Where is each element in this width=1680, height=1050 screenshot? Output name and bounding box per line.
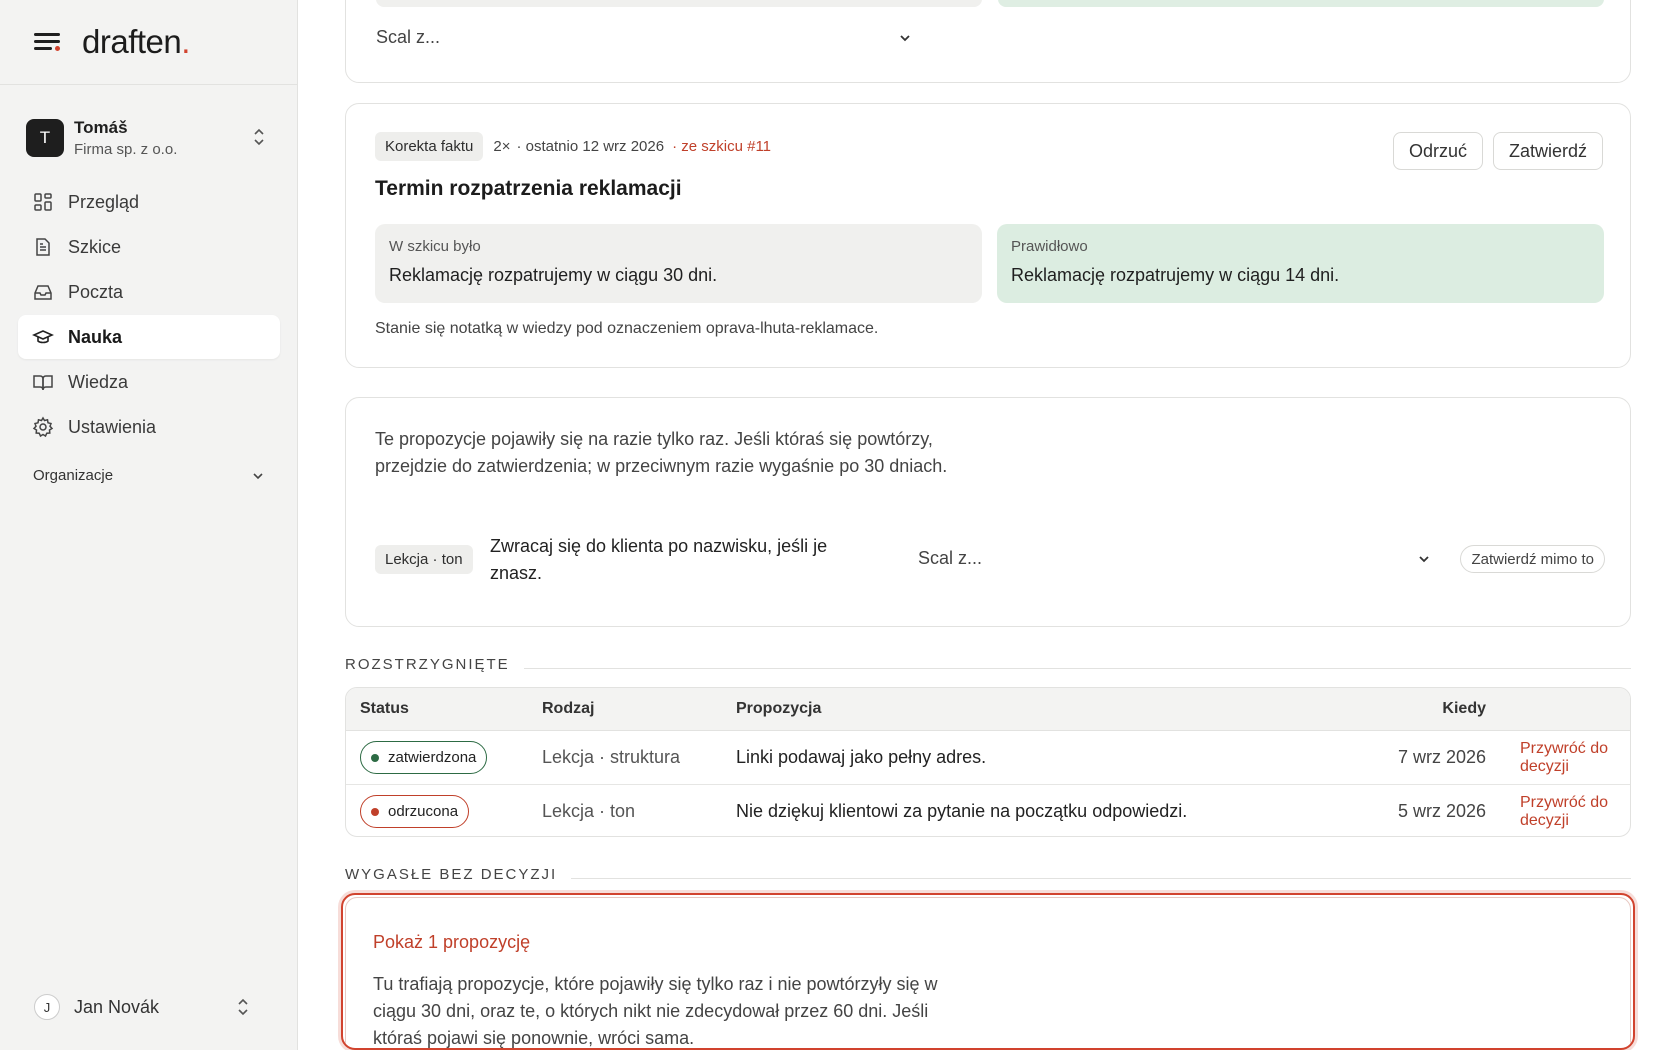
merge-select-value: Scal z... <box>376 27 441 47</box>
chevron-down-icon <box>900 34 910 41</box>
merge-select[interactable]: Scal z... <box>376 27 912 48</box>
column-header-kind: Rodzaj <box>542 700 595 717</box>
fact-meta: Korekta faktu 2× · ostatnio 12 wrz 2026 … <box>375 132 771 161</box>
proposal-text: Zwracaj się do klienta po nazwisku, jeśl… <box>490 536 828 583</box>
expired-card: Pokaż 1 propozycję Tu trafiają propozycj… <box>341 893 1635 1050</box>
show-proposals-link[interactable]: Pokaż 1 propozycję <box>373 932 530 953</box>
section-title: WYGASŁE BEZ DECYZJI <box>345 866 558 883</box>
brand-header: draften. <box>0 0 297 85</box>
gear-icon <box>32 416 54 438</box>
correct-text: Reklamację rozpatrujemy w ciągu 14 dni. <box>1011 265 1340 285</box>
kind-cell: Lekcja · ton <box>542 801 636 821</box>
last-seen: · ostatnio 12 wrz 2026 <box>516 138 665 155</box>
resolved-table: Status Rodzaj Propozycja Kiedy zatwierdz… <box>345 687 1631 837</box>
grid-icon <box>34 193 52 211</box>
correct-box: Prawidłowo Reklamację rozpatrujemy w cią… <box>997 224 1604 303</box>
restore-link[interactable]: Przywróć do decyzji <box>1520 731 1630 784</box>
chevron-up-down-icon <box>238 998 248 1016</box>
resolved-heading: ROZSTRZYGNIĘTE <box>345 656 1631 673</box>
correct-box-edge <box>998 0 1604 7</box>
reject-button[interactable]: Odrzuć <box>1392 132 1483 170</box>
was-text: Reklamację rozpatrujemy w ciągu 30 dni. <box>389 265 718 285</box>
column-header-when: Kiedy <box>1442 700 1486 717</box>
table-row: zatwierdzona Lekcja · struktura Linki po… <box>346 731 1630 785</box>
chevron-up-down-icon <box>254 128 264 146</box>
section-title: ROZSTRZYGNIĘTE <box>345 656 510 673</box>
nav-label: Poczta <box>68 281 124 302</box>
approve-anyway-button[interactable]: Zatwierdź mimo to <box>1460 545 1605 573</box>
account-org: Firma sp. z o.o. <box>74 141 178 158</box>
kind-cell: Lekcja · struktura <box>542 747 681 767</box>
document-icon <box>36 238 50 256</box>
inbox-icon <box>34 285 52 300</box>
account-avatar: T <box>26 119 64 157</box>
was-label: W szkicu było <box>389 238 481 255</box>
knowledge-note: Stanie się notatką w wiedzy pod oznaczen… <box>375 320 879 337</box>
nav-item-knowledge[interactable]: Wiedza <box>18 360 280 404</box>
nav-label: Wiedza <box>68 371 129 392</box>
source-draft-link[interactable]: · ze szkicu #11 <box>672 138 771 155</box>
nav-item-drafts[interactable]: Szkice <box>18 225 280 269</box>
proposal-title: Termin rozpatrzenia reklamacji <box>375 177 682 200</box>
status-badge: odrzucona <box>360 795 470 828</box>
nav-label: Nauka <box>68 326 123 347</box>
was-box-edge <box>376 0 982 7</box>
nav-item-settings[interactable]: Ustawienia <box>18 405 280 449</box>
organizations-label: Organizacje <box>33 467 114 484</box>
nav-label: Ustawienia <box>68 416 157 437</box>
nav-label: Przegląd <box>68 191 140 212</box>
kind-tag: Lekcja · ton <box>375 545 473 574</box>
main-nav: Przegląd Szkice Poczta Nauka Wiedza Usta… <box>18 180 280 450</box>
proposal-card-previous: Scal z... <box>345 0 1631 83</box>
list-item: Lekcja · ton Zwracaj się do klienta po n… <box>375 533 1605 587</box>
single-occurrence-card: Te propozycje pojawiły się na razie tylk… <box>345 397 1631 627</box>
nav-item-learning[interactable]: Nauka <box>18 315 280 359</box>
approve-button[interactable]: Zatwierdź <box>1492 132 1603 170</box>
chevron-down-icon <box>253 472 263 479</box>
organizations-toggle[interactable]: Organizacje <box>33 467 265 484</box>
main-content: Scal z... Korekta faktu 2× · ostatnio 12… <box>298 0 1680 1050</box>
expired-heading: WYGASŁE BEZ DECYZJI <box>345 866 1631 883</box>
column-header-proposal: Propozycja <box>736 700 822 717</box>
single-occurrence-intro: Te propozycje pojawiły się na razie tylk… <box>375 429 948 476</box>
table-header: Status Rodzaj Propozycja Kiedy <box>346 688 1630 731</box>
nav-item-mail[interactable]: Poczta <box>18 270 280 314</box>
book-icon <box>33 375 53 391</box>
graduation-cap-icon <box>32 330 54 344</box>
sidebar: draften. T Tomáš Firma sp. z o.o. Przegl… <box>0 0 298 1050</box>
proposal-cell: Linki podawaj jako pełny adres. <box>736 747 987 767</box>
date-cell: 5 wrz 2026 <box>1397 801 1486 821</box>
fact-correction-card: Korekta faktu 2× · ostatnio 12 wrz 2026 … <box>345 103 1631 368</box>
merge-select-value: Scal z... <box>918 548 983 568</box>
status-badge: zatwierdzona <box>360 741 488 774</box>
table-row: odrzucona Lekcja · ton Nie dziękuj klien… <box>346 785 1630 836</box>
chevron-down-icon <box>1419 555 1429 562</box>
nav-label: Szkice <box>68 236 122 257</box>
was-box: W szkicu było Reklamację rozpatrujemy w … <box>375 224 982 303</box>
merge-select[interactable]: Scal z... <box>918 548 1431 569</box>
account-switcher[interactable]: T Tomáš Firma sp. z o.o. <box>26 113 276 163</box>
occurrence-count: 2× <box>493 138 511 155</box>
nav-item-overview[interactable]: Przegląd <box>18 180 280 224</box>
column-header-status: Status <box>360 700 409 717</box>
logo[interactable]: draften. <box>82 23 190 61</box>
expired-description: Tu trafiają propozycje, które pojawiły s… <box>373 974 938 1048</box>
restore-link[interactable]: Przywróć do decyzji <box>1520 785 1630 836</box>
kind-tag: Korekta faktu <box>375 132 484 161</box>
account-name: Tomáš <box>74 118 128 137</box>
menu-icon[interactable] <box>34 31 60 53</box>
user-avatar: J <box>34 994 60 1020</box>
user-menu[interactable]: J Jan Novák <box>34 992 274 1022</box>
proposal-cell: Nie dziękuj klientowi za pytanie na pocz… <box>736 801 1188 821</box>
correct-label: Prawidłowo <box>1011 238 1088 255</box>
user-name: Jan Novák <box>74 996 160 1017</box>
date-cell: 7 wrz 2026 <box>1397 747 1486 767</box>
